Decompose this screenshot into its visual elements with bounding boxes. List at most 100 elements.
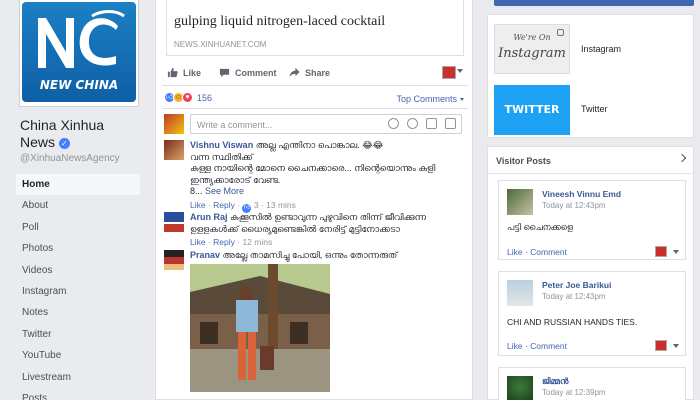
profile-picture[interactable]: NEW CHINA	[20, 0, 138, 106]
nav-item-notes[interactable]: Notes	[16, 302, 140, 323]
nav-item-poll[interactable]: Poll	[16, 217, 140, 238]
page-title-line2: News	[20, 134, 56, 150]
commenter-avatar[interactable]	[164, 250, 184, 270]
visitor-posts-title[interactable]: Visitor Posts	[496, 156, 551, 166]
nav-item-photos[interactable]: Photos	[16, 238, 140, 259]
visitor-post-time[interactable]: Today at 12:43pm	[542, 292, 606, 301]
visitor-post-text: പട്ടി ചൈനക്കളെ	[507, 222, 573, 232]
post-as-avatar[interactable]	[655, 246, 667, 257]
app-label-instagram[interactable]: Instagram	[581, 44, 621, 54]
page-title[interactable]: China Xinhua News ✓	[20, 117, 140, 151]
visitor-post-actions: Like · Comment	[507, 247, 567, 257]
post-as-avatar[interactable]	[655, 340, 667, 351]
comment-author[interactable]: Arun Raj	[190, 212, 228, 222]
like-label: Like	[183, 68, 202, 78]
comment-text: വന്ന സ്ഥിതിക്ക്	[190, 151, 253, 162]
nav-item-videos[interactable]: Videos	[16, 260, 140, 281]
share-arrow-icon	[288, 67, 300, 79]
nav-item-about[interactable]: About	[16, 195, 140, 216]
app-label-twitter[interactable]: Twitter	[581, 104, 608, 114]
top-action-button[interactable]	[494, 0, 694, 6]
comment-body: Arun Raj കക്കൂസിൽ ഉണ്ടാവുന്ന പുഴുവിനെ തി…	[190, 212, 462, 249]
like-button[interactable]: Like	[166, 67, 201, 79]
comment-reaction-count[interactable]: 3	[254, 200, 259, 210]
visitor-post: Peter Joe Barikui Today at 12:43pm CHI A…	[498, 271, 686, 356]
instagram-camera-icon	[557, 29, 564, 36]
comment-button[interactable]: Comment	[218, 67, 277, 79]
nav-item-instagram[interactable]: Instagram	[16, 281, 140, 302]
comment-sort-dropdown[interactable]: Top Comments	[396, 94, 464, 104]
page-handle[interactable]: @XinhuaNewsAgency	[20, 153, 120, 164]
visitor-post-author[interactable]: ജിമ്മൻ	[542, 376, 568, 387]
nav-item-youtube[interactable]: YouTube	[16, 345, 140, 366]
sticker-icon[interactable]	[445, 118, 456, 129]
comment-like-link[interactable]: Like	[190, 200, 206, 210]
reactions-summary[interactable]: 👍︎ ☺︎ ♥︎ 156	[164, 92, 212, 103]
chevron-right-icon[interactable]	[677, 153, 687, 163]
link-domain: NEWS.XINHUANET.COM	[174, 40, 267, 49]
visitor-like-link[interactable]: Like	[507, 247, 523, 257]
divider	[162, 85, 468, 86]
post-card: gulping liquid nitrogen-laced cocktail N…	[155, 0, 473, 400]
nav-item-home[interactable]: Home	[16, 174, 140, 196]
left-column: NEW CHINA China Xinhua News ✓ @XinhuaNew…	[0, 0, 150, 400]
nav-item-twitter[interactable]: Twitter	[16, 324, 140, 345]
nc-logo-mark-icon	[38, 10, 125, 68]
comment-photo[interactable]	[190, 264, 330, 392]
emoji-icon[interactable]	[388, 118, 399, 129]
visitor-post-author[interactable]: Vineesh Vinnu Emd	[542, 189, 621, 199]
comment-bubble-icon	[218, 67, 230, 79]
post-action-bar: Like Comment Share	[166, 63, 464, 83]
love-reaction-icon: ♥︎	[182, 92, 193, 103]
composer-icons	[380, 118, 456, 129]
comment-input[interactable]: Write a comment...	[190, 114, 462, 134]
link-title[interactable]: gulping liquid nitrogen-laced cocktail	[174, 14, 385, 30]
twitter-app-thumbnail[interactable]: TWITTER TAB	[494, 85, 570, 166]
comment-author[interactable]: Pranav	[190, 250, 220, 260]
camera-icon[interactable]	[407, 118, 418, 129]
comment-reply-link[interactable]: Reply	[213, 200, 235, 210]
commenter-avatar[interactable]	[164, 212, 184, 232]
visitor-post-author[interactable]: Peter Joe Barikui	[542, 280, 611, 290]
visitor-post-actions: Like · Comment	[507, 341, 567, 351]
comment-text: ഉളളകൾക്ക് ധൈര്യമുണ്ടെങ്കിൽ നേരിട്ട് മുട്…	[190, 223, 400, 234]
link-preview[interactable]: gulping liquid nitrogen-laced cocktail N…	[166, 0, 464, 56]
visitor-avatar[interactable]	[507, 189, 533, 215]
comment-like-link[interactable]: Like	[190, 237, 206, 247]
logo-text: NEW CHINA	[39, 78, 119, 92]
visitor-post-time[interactable]: Today at 12:43pm	[542, 201, 606, 210]
visitor-like-link[interactable]: Like	[507, 341, 523, 351]
comment-time[interactable]: 13 mins	[266, 200, 296, 210]
instagram-thumb-big-text: Instagram	[498, 46, 566, 61]
apps-card: We're On Instagram Instagram TWITTER TAB…	[487, 14, 694, 166]
comment-placeholder: Write a comment...	[197, 120, 273, 130]
comment-author[interactable]: Vishnu Viswan	[190, 140, 253, 150]
comment-photo-image	[190, 264, 330, 392]
thumbs-up-icon	[166, 67, 178, 79]
nav-item-posts[interactable]: Posts	[16, 388, 140, 400]
visitor-post: Vineesh Vinnu Emd Today at 12:43pm പട്ടി…	[498, 180, 686, 260]
comment-meta: Like · Reply · 👍︎ 3 · 13 mins	[190, 199, 296, 213]
visitor-comment-link[interactable]: Comment	[530, 341, 567, 351]
comment-text: അല്ലേ താമസിച്ചു പോയി, ഒന്നും തോന്നരുത്	[222, 250, 398, 260]
post-as-avatar[interactable]	[442, 66, 456, 79]
post-as-dropdown-icon[interactable]	[673, 250, 679, 254]
post-as-dropdown-icon[interactable]	[457, 69, 463, 73]
share-label: Share	[305, 68, 331, 78]
visitor-avatar[interactable]	[507, 376, 533, 400]
nav-item-livestream[interactable]: Livestream	[16, 367, 140, 388]
visitor-post-time[interactable]: Today at 12:39pm	[542, 388, 606, 397]
see-more-link[interactable]: See More	[205, 186, 244, 196]
gif-icon[interactable]	[426, 118, 437, 129]
visitor-post-text: CHI AND RUSSIAN HANDS TIES.	[507, 317, 638, 327]
share-button[interactable]: Share	[288, 67, 330, 79]
composer-avatar	[164, 114, 184, 134]
comment-reply-link[interactable]: Reply	[213, 237, 235, 247]
commenter-avatar[interactable]	[164, 140, 184, 160]
visitor-comment-link[interactable]: Comment	[530, 247, 567, 257]
comment-time[interactable]: 12 mins	[242, 237, 272, 247]
post-as-dropdown-icon[interactable]	[673, 344, 679, 348]
instagram-app-thumbnail[interactable]: We're On Instagram	[494, 24, 570, 74]
reaction-count: 156	[197, 92, 213, 103]
visitor-avatar[interactable]	[507, 280, 533, 306]
